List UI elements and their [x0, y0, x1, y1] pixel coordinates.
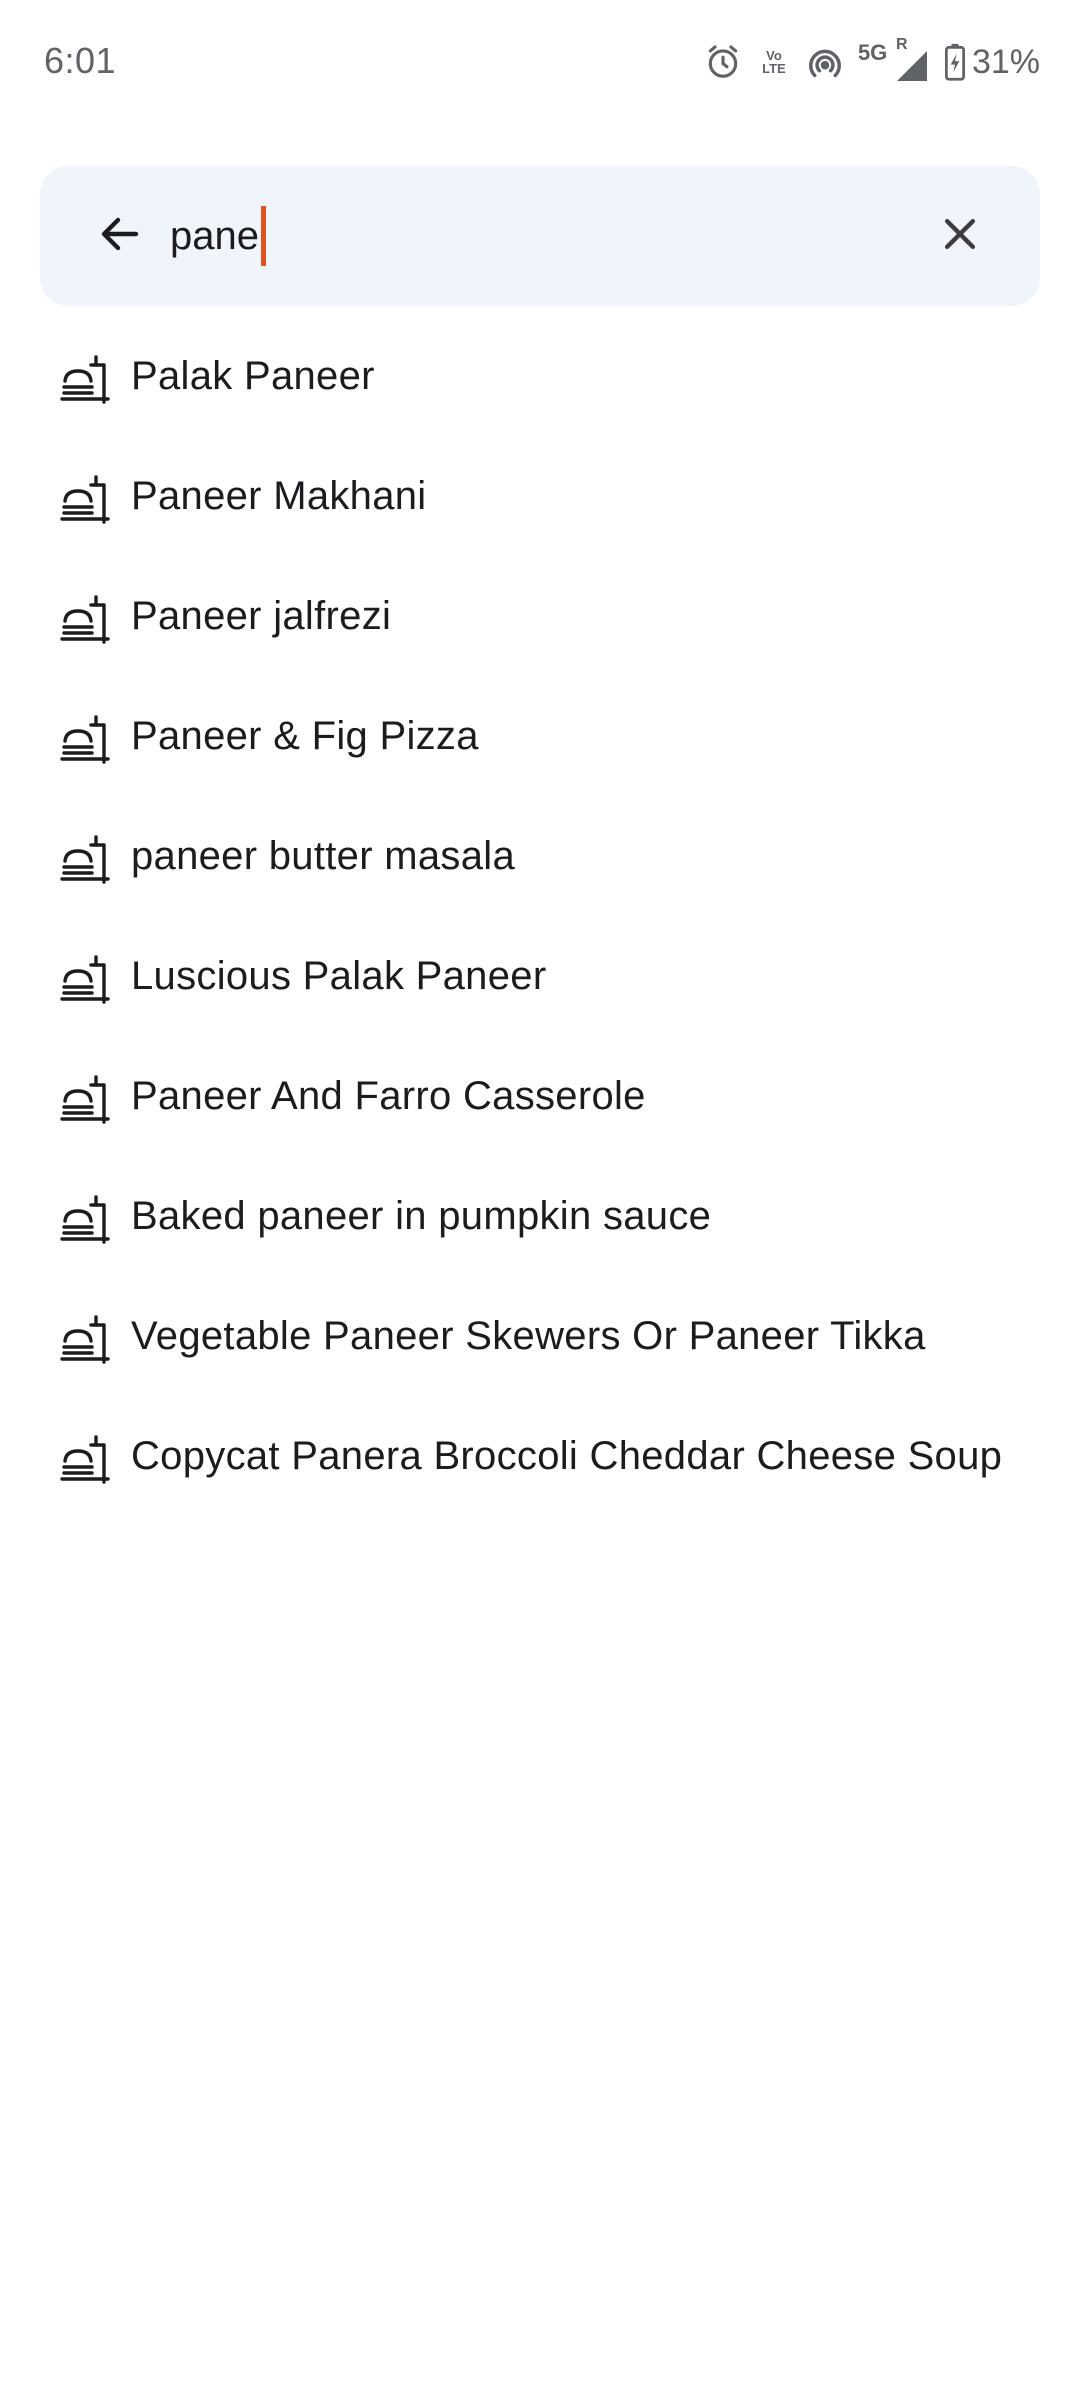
suggestion-item-3[interactable]: Paneer jalfrezi — [0, 556, 1080, 676]
status-time: 6:01 — [44, 40, 117, 81]
search-bar: pane — [40, 166, 1040, 306]
close-icon — [938, 212, 982, 261]
back-button[interactable] — [80, 196, 160, 276]
suggestion-item-7[interactable]: Paneer And Farro Casserole — [0, 1036, 1080, 1156]
arrow-back-icon — [96, 210, 144, 263]
food-dish-icon — [58, 592, 112, 646]
food-dish-icon — [58, 472, 112, 526]
food-dish-icon — [58, 952, 112, 1006]
text-caret — [260, 206, 266, 266]
suggestion-item-2[interactable]: Paneer Makhani — [0, 436, 1080, 556]
suggestion-label: Baked paneer in pumpkin sauce — [131, 1194, 712, 1238]
food-dish-icon — [58, 832, 112, 886]
suggestion-label: Vegetable Paneer Skewers Or Paneer Tikka — [131, 1314, 926, 1358]
battery-percent: 31% — [971, 42, 1040, 81]
food-dish-icon — [58, 712, 112, 766]
food-dish-icon — [58, 1432, 112, 1486]
suggestion-label: Luscious Palak Paneer — [131, 954, 547, 998]
suggestion-item-5[interactable]: paneer butter masala — [0, 796, 1080, 916]
suggestion-item-1[interactable]: Palak Paneer — [0, 316, 1080, 436]
status-icons: Vo LTE 5G R 31% — [704, 36, 1040, 86]
food-dish-icon — [58, 1192, 112, 1246]
network-label: 5G — [857, 40, 888, 65]
volte-icon: Vo LTE — [756, 49, 792, 75]
suggestion-label: Copycat Panera Broccoli Cheddar Cheese S… — [131, 1434, 1003, 1478]
battery-charging-icon — [944, 43, 966, 81]
search-query-text[interactable]: pane — [170, 214, 259, 259]
suggestion-item-9[interactable]: Vegetable Paneer Skewers Or Paneer Tikka — [0, 1276, 1080, 1396]
suggestion-item-10[interactable]: Copycat Panera Broccoli Cheddar Cheese S… — [0, 1396, 1080, 1516]
suggestion-label: Paneer & Fig Pizza — [131, 714, 479, 758]
suggestion-label: paneer butter masala — [131, 834, 516, 878]
hotspot-icon — [806, 43, 844, 81]
suggestion-list: Palak Paneer Paneer Makhani Paneer jalfr… — [0, 316, 1080, 1516]
food-dish-icon — [58, 1072, 112, 1126]
volte-bottom-label: LTE — [762, 61, 786, 76]
suggestion-label: Paneer And Farro Casserole — [131, 1074, 646, 1118]
suggestion-item-6[interactable]: Luscious Palak Paneer — [0, 916, 1080, 1036]
clear-search-button[interactable] — [920, 196, 1000, 276]
suggestion-item-8[interactable]: Baked paneer in pumpkin sauce — [0, 1156, 1080, 1276]
suggestion-item-4[interactable]: Paneer & Fig Pizza — [0, 676, 1080, 796]
suggestion-label: Paneer Makhani — [131, 474, 427, 518]
suggestion-label: Palak Paneer — [131, 354, 375, 398]
food-dish-icon — [58, 1312, 112, 1366]
5g-signal-icon: 5G R — [857, 36, 930, 84]
food-dish-icon — [58, 352, 112, 406]
search-input[interactable]: pane — [170, 196, 266, 276]
alarm-icon — [704, 43, 742, 81]
suggestion-label: Paneer jalfrezi — [131, 594, 392, 638]
status-bar: 6:01 Vo LTE 5G R 31% — [0, 0, 1080, 126]
